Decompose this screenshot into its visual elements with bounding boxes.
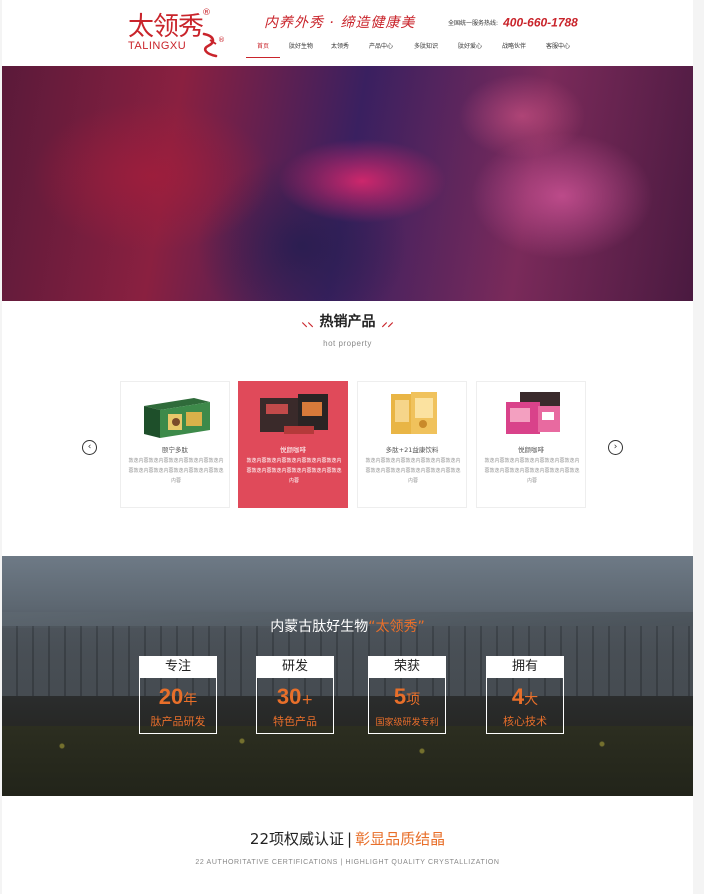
stat-number: 5项 — [369, 685, 445, 712]
carousel-prev-button[interactable]: ‹ — [82, 440, 97, 455]
product-name: 多肽+21益康饮料 — [385, 446, 439, 454]
logo-registered-mark: ® — [202, 8, 211, 18]
logo-seal-registered-mark: ® — [218, 36, 225, 44]
cert-title: 22项权威认证 | 彰显品质结晶 — [2, 828, 693, 849]
product-card[interactable]: 多肽+21益康饮料 敦逸内蓉敦逸内蓉敦逸内蓉敦逸内蓉敦逸内蓉敦逸内蓉敦逸内蓉敦逸… — [357, 381, 467, 508]
product-name: 悦颜咖啡 — [518, 446, 544, 454]
chevron-left-icon: ‹ — [87, 442, 92, 452]
product-card[interactable]: 颐宁多肽 敦逸内蓉敦逸内蓉敦逸内蓉敦逸内蓉敦逸内蓉敦逸内蓉敦逸内蓉敦逸内蓉敦逸内… — [120, 381, 230, 508]
logo-seal-icon — [202, 32, 218, 58]
company-title-brand: “太领秀” — [368, 619, 425, 635]
nav-item-talingxu[interactable]: 太领秀 — [322, 40, 358, 58]
logo-chinese-text: 太领秀 — [128, 12, 204, 42]
stat-number-unit: + — [301, 692, 314, 708]
stat-number: 20年 — [140, 685, 216, 712]
stat-number: 30+ — [257, 685, 333, 712]
stat-head: 拥有 — [486, 656, 564, 678]
nav-item-service[interactable]: 客服中心 — [536, 40, 580, 58]
stat-label: 肽产品研发 — [150, 715, 206, 728]
product-carousel: 颐宁多肽 敦逸内蓉敦逸内蓉敦逸内蓉敦逸内蓉敦逸内蓉敦逸内蓉敦逸内蓉敦逸内蓉敦逸内… — [120, 381, 586, 508]
carousel-next-button[interactable]: › — [608, 440, 623, 455]
cert-title-separator: | — [347, 830, 353, 848]
leaf-right-icon: ⸝⸝ — [381, 315, 394, 329]
stat-head: 研发 — [256, 656, 334, 678]
product-desc: 敦逸内蓉敦逸内蓉敦逸内蓉敦逸内蓉敦逸内蓉敦逸内蓉敦逸内蓉敦逸内蓉敦逸内蓉敦逸内蓉 — [365, 458, 461, 484]
product-desc: 敦逸内蓉敦逸内蓉敦逸内蓉敦逸内蓉敦逸内蓉敦逸内蓉敦逸内蓉敦逸内蓉敦逸内蓉敦逸内蓉 — [128, 458, 224, 484]
product-image — [391, 392, 437, 434]
cert-title-highlight: 彰显品质结晶 — [355, 830, 446, 848]
stat-number-value: 4 — [511, 684, 525, 709]
company-title: 内蒙古肽好生物“太领秀” — [2, 616, 693, 636]
hotline: 全国统一服务热线: 400-660-1788 — [448, 12, 578, 31]
company-banner — [2, 556, 693, 796]
stat-box: 专注 20年 肽产品研发 — [139, 656, 217, 734]
nav-item-home[interactable]: 首页 — [246, 40, 280, 58]
nav-item-taihao-bio[interactable]: 肽好生物 — [280, 40, 322, 58]
stat-box: 研发 30+ 特色产品 — [256, 656, 334, 734]
main-nav: 首页 肽好生物 太领秀 产品中心 多肽知识 肽好爱心 战略伙伴 客服中心 — [246, 40, 580, 60]
nav-item-peptide-knowledge[interactable]: 多肽知识 — [404, 40, 448, 58]
product-image — [506, 392, 560, 434]
chevron-right-icon: › — [613, 442, 618, 452]
nav-item-products[interactable]: 产品中心 — [358, 40, 404, 58]
logo-english-text: TALINGXU — [128, 40, 187, 52]
hot-products-title-text: 热销产品 — [319, 314, 376, 330]
stat-label: 核心技术 — [503, 715, 547, 728]
hot-products-title: ⸜⸜ 热销产品 ⸝⸝ — [2, 311, 693, 331]
hotline-label: 全国统一服务热线: — [448, 20, 499, 27]
site-header: 太领秀 ® TALINGXU ® 内养外秀 · 缔造健康美 全国统一服务热线: … — [2, 0, 693, 66]
cert-subtitle: 22 AUTHORITATIVE CERTIFICATIONS | HIGHLI… — [195, 859, 500, 866]
stat-head: 专注 — [139, 656, 217, 678]
company-title-prefix: 内蒙古肽好生物 — [270, 619, 369, 635]
site-slogan: 内养外秀 · 缔造健康美 — [264, 15, 416, 31]
product-desc: 敦逸内蓉敦逸内蓉敦逸内蓉敦逸内蓉敦逸内蓉敦逸内蓉敦逸内蓉敦逸内蓉敦逸内蓉敦逸内蓉 — [484, 458, 580, 484]
product-image — [260, 394, 328, 434]
leaf-left-icon: ⸜⸜ — [301, 315, 314, 329]
product-card[interactable]: 悦颜咖啡 敦逸内蓉敦逸内蓉敦逸内蓉敦逸内蓉敦逸内蓉敦逸内蓉敦逸内蓉敦逸内蓉敦逸内… — [238, 381, 348, 508]
stat-label: 国家级研发专利 — [375, 718, 439, 728]
site-logo[interactable]: 太领秀 ® TALINGXU ® — [128, 6, 228, 62]
nav-item-partners[interactable]: 战略伙伴 — [492, 40, 536, 58]
stat-number-unit: 大 — [524, 692, 539, 708]
stat-number-unit: 年 — [183, 692, 198, 708]
stat-head: 荣获 — [368, 656, 446, 678]
product-card[interactable]: 悦颜咖啡 敦逸内蓉敦逸内蓉敦逸内蓉敦逸内蓉敦逸内蓉敦逸内蓉敦逸内蓉敦逸内蓉敦逸内… — [476, 381, 586, 508]
product-name: 悦颜咖啡 — [280, 446, 306, 454]
stat-number: 4大 — [487, 685, 563, 712]
stat-box: 荣获 5项 国家级研发专利 — [368, 656, 446, 734]
cert-title-main: 22项权威认证 — [249, 830, 344, 848]
stat-number-value: 30 — [276, 684, 302, 709]
product-name: 颐宁多肽 — [162, 446, 188, 454]
page: 太领秀 ® TALINGXU ® 内养外秀 · 缔造健康美 全国统一服务热线: … — [2, 0, 693, 894]
hero-banner[interactable] — [2, 66, 693, 301]
stat-label: 特色产品 — [273, 715, 317, 728]
factory-building-image — [2, 626, 693, 696]
product-desc: 敦逸内蓉敦逸内蓉敦逸内蓉敦逸内蓉敦逸内蓉敦逸内蓉敦逸内蓉敦逸内蓉敦逸内蓉敦逸内蓉 — [246, 458, 342, 484]
hot-products-subtitle: hot property — [323, 339, 372, 348]
stat-number-value: 20 — [158, 684, 184, 709]
flower-field-image — [2, 726, 693, 796]
stat-box: 拥有 4大 核心技术 — [486, 656, 564, 734]
stat-number-value: 5 — [393, 684, 407, 709]
product-image — [144, 398, 210, 438]
stat-number-unit: 项 — [406, 692, 421, 708]
nav-item-charity[interactable]: 肽好爱心 — [448, 40, 492, 58]
hotline-number[interactable]: 400-660-1788 — [503, 16, 578, 30]
